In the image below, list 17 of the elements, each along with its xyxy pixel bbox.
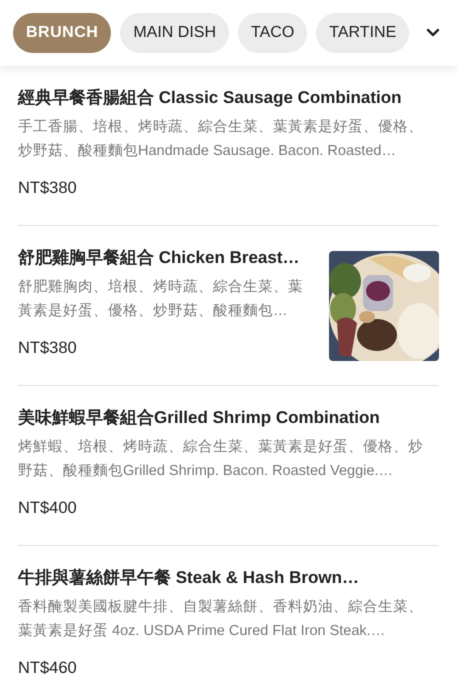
dish-price: NT$380 <box>18 339 78 358</box>
category-tab[interactable]: TACO <box>238 13 308 53</box>
chevron-down-icon[interactable] <box>426 28 440 38</box>
category-tab[interactable]: TARTINE <box>316 13 410 53</box>
dish-description: 舒肥雞胸肉、培根、烤時蔬、綜合生菜、葉 黃素是好蛋、優格、炒野菇、酸種麵包… <box>18 278 304 321</box>
dish-price: NT$460 <box>18 659 78 678</box>
dish-title: 舒肥雞胸早餐組合 Chicken Breast… <box>18 247 300 269</box>
dish-description: 烤鮮蝦、培根、烤時蔬、綜合生菜、葉黃素是好蛋、優格、炒 野菇、酸種麵包Grilled Shrimp. Bacon. Roasted Veggie.… <box>18 438 424 481</box>
dish-price: NT$400 <box>18 499 78 518</box>
dish-description: 手工香腸、培根、烤時蔬、綜合生菜、葉黃素是好蛋、優格、 炒野菇、酸種麵包Handmade Sausage. Bacon. Roasted… <box>18 118 424 161</box>
dish-title: 牛排與薯絲餅早午餐 Steak & Hash Brown… <box>18 567 360 589</box>
dish-title: 美味鮮蝦早餐組合Grilled Shrimp Combination <box>18 407 381 429</box>
dish-title: 經典早餐香腸組合 Classic Sausage Combination <box>18 87 403 109</box>
category-tab[interactable]: BRUNCH <box>13 13 112 53</box>
dish-price: NT$380 <box>18 179 78 198</box>
dish-description: 香料醃製美國板腱牛排、自製薯絲餅、香料奶油、綜合生菜、 葉黃素是好蛋 4oz. USDA Prime Cured Flat Iron Steak.… <box>18 598 424 641</box>
category-tab[interactable]: MAIN DISH <box>120 13 229 53</box>
